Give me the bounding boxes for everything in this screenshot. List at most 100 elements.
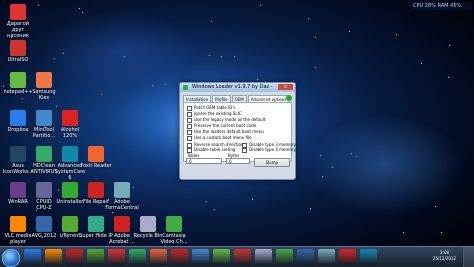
app-icon (36, 72, 52, 88)
taskbar-app-icon[interactable] (45, 249, 62, 265)
star-decoration (56, 106, 57, 107)
status-indicator-icon (286, 95, 292, 101)
app-icon (114, 216, 130, 232)
star-decoration (221, 56, 222, 57)
desktop-icon[interactable]: Camtasia Video Ch... (157, 216, 191, 245)
clock[interactable]: 3:08 25/12/2012 (433, 250, 456, 262)
desktop-icon[interactable]: Alcohol 120% (53, 110, 87, 139)
star-decoration (211, 21, 212, 22)
tables-select[interactable]: 0 (186, 158, 222, 164)
desktop-icon[interactable]: UltraISO (1, 40, 35, 63)
taskbar-app-icon[interactable] (129, 249, 146, 265)
star-decoration (441, 232, 442, 233)
star-decoration (124, 56, 125, 57)
star-decoration (403, 232, 404, 233)
star-decoration (54, 58, 55, 59)
app-icon (62, 182, 78, 198)
app-icon (62, 110, 78, 126)
app-icon (10, 182, 26, 198)
taskbar-app-icon[interactable] (339, 249, 356, 265)
dump-button[interactable]: Dump (254, 158, 290, 167)
app-icon (10, 72, 26, 88)
checkbox-icon[interactable] (187, 117, 192, 123)
desktop-icon-label: Foxit Reader (80, 163, 112, 169)
option-disable-sorting[interactable]: Disable table sorting (187, 147, 235, 153)
taskbar-app-icon[interactable] (66, 249, 83, 265)
clock-date: 25/12/2012 (432, 256, 456, 261)
loader-window: Windows Loader v1.9.7 by Daz – x Install… (179, 82, 296, 180)
option-ignore-slic[interactable]: Ignore the existing SLIC (187, 111, 242, 117)
show-desktop-button[interactable] (463, 247, 474, 267)
star-decoration (38, 5, 39, 6)
app-icon (62, 146, 78, 162)
star-decoration (349, 31, 350, 32)
taskbar-app-icon[interactable] (234, 249, 251, 265)
star-decoration (257, 79, 258, 80)
checkbox-icon[interactable] (187, 123, 192, 129)
start-button[interactable] (2, 249, 20, 267)
option-disable-type4[interactable]: Disable type 4 memory (242, 147, 296, 153)
tab-oem[interactable]: OEM (231, 95, 247, 102)
taskbar-app-icon[interactable] (276, 249, 293, 265)
star-decoration (206, 201, 207, 202)
option-patch-oem[interactable]: Patch OEM table ID's (187, 105, 236, 111)
advanced-options-panel: Patch OEM table ID's Ignore the existing… (183, 102, 296, 162)
checkbox-icon[interactable] (187, 129, 192, 135)
checkbox-icon[interactable] (187, 105, 192, 111)
tab-profile[interactable]: Profile (212, 95, 231, 102)
cpu-widget: CPU 28% RAM 45% (410, 2, 472, 10)
desktop-icon[interactable]: Дорогой друг насоник (1, 4, 35, 39)
checkbox-icon[interactable] (187, 111, 192, 117)
app-icon (10, 146, 26, 162)
desktop-icon[interactable]: Foxit Reader (79, 146, 113, 169)
taskbar-app-icon[interactable] (24, 249, 41, 265)
taskbar-app-icon[interactable] (297, 249, 314, 265)
taskbar-app-icon[interactable] (318, 249, 335, 265)
checkbox-icon[interactable] (187, 135, 192, 141)
desktop-icon-label: Adobe FormsCentral (105, 199, 139, 211)
app-icon (62, 216, 78, 232)
star-decoration (82, 12, 83, 13)
star-decoration (260, 5, 261, 6)
tab-advanced-options[interactable]: Advanced options (247, 95, 290, 102)
minimize-button[interactable]: – (268, 84, 275, 90)
app-icon (36, 182, 52, 198)
app-icon (36, 216, 52, 232)
bytes-input[interactable]: 0 (226, 158, 250, 164)
checkbox-icon[interactable] (187, 147, 192, 153)
option-preserve-boot-code[interactable]: Preserve the current boot code (187, 123, 256, 129)
app-icon (36, 146, 52, 162)
taskbar-app-icon[interactable] (150, 249, 167, 265)
app-icon (36, 110, 52, 126)
taskbar-app-icon[interactable] (360, 249, 377, 265)
tab-installation[interactable]: Installation (183, 95, 212, 102)
star-decoration (351, 153, 352, 154)
window-titlebar[interactable]: Windows Loader v1.9.7 by Daz – x (180, 83, 295, 92)
taskbar-app-icon[interactable] (171, 249, 188, 265)
taskbar-app-icon[interactable] (213, 249, 230, 265)
desktop-icon-label: UltraISO (7, 57, 29, 63)
star-decoration (79, 8, 80, 9)
star-decoration (101, 94, 102, 95)
option-legacy-mode[interactable]: Use the legacy mode as the default (187, 117, 265, 123)
taskbar-app-icon[interactable] (108, 249, 125, 265)
checkbox-icon[interactable] (242, 147, 247, 153)
taskbar-app-icon[interactable] (192, 249, 209, 265)
option-default-boot-menu[interactable]: Use the loaders default boot menu (187, 129, 264, 135)
app-icon (140, 216, 156, 232)
star-decoration (152, 85, 153, 86)
close-button[interactable]: x (278, 84, 293, 90)
app-icon (88, 182, 104, 198)
taskbar-app-icon[interactable] (87, 249, 104, 265)
taskbar: 3:08 25/12/2012 (0, 246, 474, 267)
desktop-icon[interactable]: Adobe FormsCentral (105, 182, 139, 211)
star-decoration (63, 53, 64, 54)
desktop-icon[interactable]: Samsung Kies (27, 72, 61, 101)
star-decoration (165, 84, 166, 85)
desktop-icon-label: Samsung Kies (32, 89, 56, 101)
option-custom-boot-menu[interactable]: Use a custom boot menu file (187, 135, 252, 141)
app-icon (183, 85, 188, 90)
taskbar-app-icon[interactable] (255, 249, 272, 265)
app-icon (10, 216, 26, 232)
star-decoration (310, 208, 311, 209)
